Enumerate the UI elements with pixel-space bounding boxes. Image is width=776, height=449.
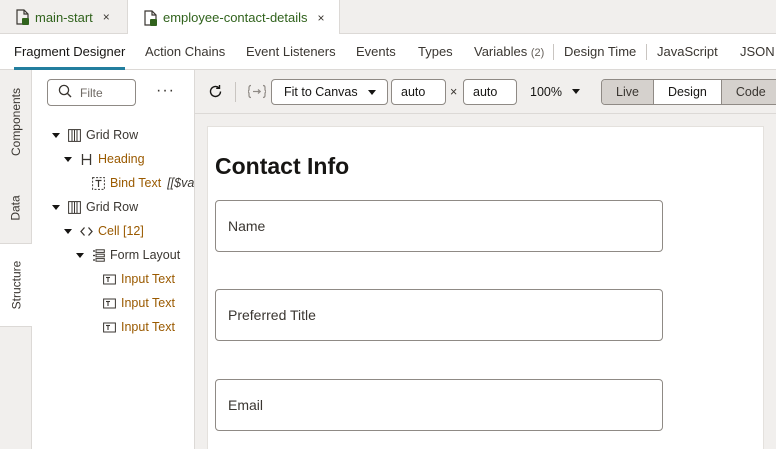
tree-node-grid-row[interactable]: Grid Row — [52, 197, 138, 217]
caret-down-icon[interactable] — [52, 132, 60, 138]
tree-node-input-text[interactable]: Input Text — [103, 269, 175, 289]
variables-count-badge: (2) — [530, 47, 545, 59]
filter-placeholder: Filte — [80, 85, 103, 100]
input-text-icon — [103, 297, 116, 310]
tree-node-bind-text[interactable]: Bind Text [[$va — [92, 173, 194, 193]
design-mode-button[interactable]: Design — [652, 80, 721, 104]
side-tab-label: Components — [9, 87, 24, 157]
live-mode-button[interactable]: Live — [602, 80, 653, 104]
tree-node-label: Bind Text — [110, 176, 162, 190]
name-input[interactable]: Name — [215, 200, 663, 252]
tab-events[interactable]: Events — [356, 34, 396, 70]
tree-node-grid-row[interactable]: Grid Row — [52, 125, 138, 145]
field-label: Email — [228, 397, 264, 413]
canvas-height-input[interactable]: auto — [463, 79, 517, 105]
tree-node-label: Input Text — [121, 272, 175, 286]
cell-icon — [80, 225, 93, 238]
caret-down-icon — [368, 90, 376, 95]
file-tab-main-start[interactable]: main-start × — [0, 0, 128, 34]
canvas-height-value: auto — [473, 85, 498, 99]
page-title[interactable]: Contact Info — [215, 153, 349, 180]
input-text-icon — [103, 273, 116, 286]
zoom-value: 100% — [530, 85, 562, 99]
tree-node-label: Heading — [98, 152, 145, 166]
caret-down-icon[interactable] — [76, 252, 84, 258]
tree-node-label: Cell [12] — [98, 224, 144, 238]
canvas-toolbar: Fit to Canvas auto × auto 100% Live Desi… — [195, 70, 776, 114]
search-icon — [58, 84, 72, 101]
structure-panel: Filte ··· Grid Row Heading Bind Text [[$… — [32, 70, 195, 449]
side-tab-components[interactable]: Components — [0, 80, 32, 164]
tree-node-label: Grid Row — [86, 128, 139, 142]
side-tab-rail: Components Data Structure — [0, 70, 33, 449]
tree-node-cell[interactable]: Cell [12] — [64, 221, 144, 241]
caret-down-icon — [572, 89, 580, 94]
form-layout-icon — [92, 248, 105, 262]
side-tab-label: Structure — [9, 260, 24, 310]
view-mode-toggle: Live Design Code — [601, 79, 776, 105]
toolbar-divider — [235, 82, 236, 102]
canvas-width-value: auto — [401, 85, 426, 99]
file-tab-bar: main-start × employee-contact-details × — [0, 0, 776, 35]
tree-node-input-text[interactable]: Input Text — [103, 317, 175, 337]
tab-divider — [553, 44, 554, 60]
tab-variables-label: Variables — [474, 44, 528, 59]
field-label: Preferred Title — [228, 307, 316, 323]
fragment-file-icon — [144, 9, 158, 26]
tab-event-listeners[interactable]: Event Listeners — [246, 34, 336, 70]
refresh-icon[interactable] — [208, 84, 223, 102]
fit-to-canvas-dropdown[interactable]: Fit to Canvas — [271, 79, 388, 105]
email-input[interactable]: Email — [215, 379, 663, 431]
tree-node-label: Grid Row — [86, 200, 139, 214]
action-bracket-icon[interactable] — [247, 84, 267, 102]
code-mode-button[interactable]: Code — [720, 80, 776, 104]
tree-node-form-layout[interactable]: Form Layout — [76, 245, 180, 265]
tree-node-label: Form Layout — [110, 248, 181, 262]
caret-down-icon[interactable] — [52, 204, 60, 210]
close-icon[interactable]: × — [318, 11, 325, 25]
tree-node-heading[interactable]: Heading — [64, 149, 145, 169]
file-tab-label: employee-contact-details — [163, 10, 308, 25]
tab-design-time[interactable]: Design Time — [564, 34, 636, 70]
tab-fragment-designer[interactable]: Fragment Designer — [14, 34, 126, 70]
page-file-icon — [16, 9, 30, 25]
caret-down-icon[interactable] — [64, 156, 72, 162]
caret-down-icon[interactable] — [64, 228, 72, 234]
close-icon[interactable]: × — [103, 10, 110, 24]
file-tab-label: main-start — [35, 9, 93, 25]
zoom-dropdown[interactable]: 100% — [530, 79, 580, 105]
tab-divider — [646, 44, 647, 60]
times-label: × — [450, 85, 458, 99]
field-label: Name — [228, 218, 266, 234]
side-tab-structure[interactable]: Structure — [0, 243, 33, 327]
tab-json[interactable]: JSON — [740, 34, 775, 70]
structure-filter-input[interactable]: Filte — [47, 79, 136, 106]
input-text-icon — [103, 321, 116, 334]
side-tab-data[interactable]: Data — [0, 186, 32, 230]
bind-text-value: [[$va — [167, 176, 195, 190]
preferred-title-input[interactable]: Preferred Title — [215, 289, 663, 341]
canvas-width-input[interactable]: auto — [391, 79, 446, 105]
tab-types[interactable]: Types — [418, 34, 453, 70]
more-options-icon[interactable]: ··· — [156, 82, 175, 100]
tree-node-label: Input Text — [121, 296, 175, 310]
fit-to-canvas-label: Fit to Canvas — [284, 85, 358, 99]
grid-row-icon — [68, 128, 81, 142]
tab-action-chains[interactable]: Action Chains — [145, 34, 225, 70]
tab-javascript[interactable]: JavaScript — [657, 34, 718, 70]
grid-row-icon — [68, 200, 81, 214]
tree-node-input-text[interactable]: Input Text — [103, 293, 175, 313]
bind-text-icon — [92, 176, 105, 190]
heading-icon — [80, 153, 93, 166]
tree-node-label: Input Text — [121, 320, 175, 334]
tab-variables[interactable]: Variables (2) — [474, 34, 544, 70]
designer-tab-bar: Fragment Designer Action Chains Event Li… — [0, 34, 776, 70]
file-tab-employee-contact-details[interactable]: employee-contact-details × — [128, 0, 340, 35]
side-tab-label: Data — [8, 195, 23, 221]
